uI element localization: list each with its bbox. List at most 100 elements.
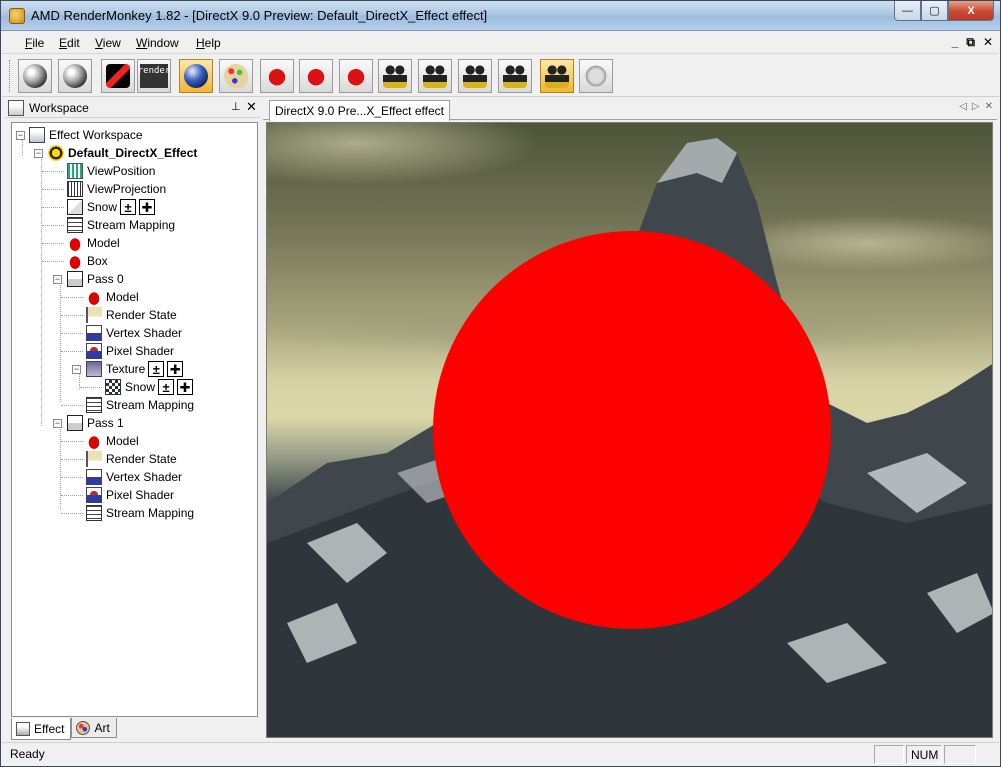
toolbar-button-3[interactable] bbox=[101, 59, 135, 93]
pixel-shader-icon bbox=[86, 487, 102, 503]
tree-node-effect-workspace[interactable]: Effect Workspace bbox=[29, 126, 143, 144]
workspace-close-icon[interactable]: ✕ bbox=[246, 99, 257, 115]
close-button[interactable]: X bbox=[948, 1, 994, 21]
tree-node-pass0-model[interactable]: Model bbox=[86, 288, 139, 306]
texture-object-icon bbox=[86, 361, 102, 377]
grid-icon bbox=[67, 181, 83, 197]
pass-icon bbox=[67, 271, 83, 287]
toolbar-button-5[interactable] bbox=[179, 59, 213, 93]
tree-node-viewposition[interactable]: ViewPosition bbox=[67, 162, 155, 180]
toolbar-button-14[interactable] bbox=[540, 59, 574, 93]
expander-texture[interactable]: − bbox=[72, 365, 81, 374]
tree-node-pass0-render-state[interactable]: Render State bbox=[86, 306, 177, 324]
stream-mapping-icon bbox=[86, 397, 102, 413]
menu-edit[interactable]: Edit bbox=[59, 36, 80, 50]
status-pane-num: NUM bbox=[906, 745, 942, 764]
toolbar-button-15[interactable] bbox=[579, 59, 613, 93]
tree-node-pass1-vertex-shader[interactable]: Vertex Shader bbox=[86, 468, 182, 486]
expander-effect[interactable]: − bbox=[34, 149, 43, 158]
tree-node-pass1-model[interactable]: Model bbox=[86, 432, 139, 450]
minimize-icon: — bbox=[902, 4, 913, 17]
minimize-button[interactable]: — bbox=[894, 1, 921, 21]
matrix-icon bbox=[67, 163, 83, 179]
status-pane-caps bbox=[874, 745, 904, 764]
blue-sphere-icon bbox=[184, 64, 208, 88]
tree-node-snow[interactable]: Snow ± ✚ bbox=[67, 198, 156, 216]
tree-node-pass0-stream-mapping[interactable]: Stream Mapping bbox=[86, 396, 194, 414]
title-bar[interactable]: AMD RenderMonkey 1.82 - [DirectX 9.0 Pre… bbox=[1, 1, 1000, 31]
mdi-minimize-button[interactable]: _ bbox=[952, 35, 959, 50]
pixel-shader-icon bbox=[86, 343, 102, 359]
tab-scroll-right-icon[interactable]: ▷ bbox=[972, 101, 980, 112]
variable-link-icon: ± bbox=[158, 379, 175, 395]
camera-icon bbox=[545, 64, 569, 88]
preview-document: DirectX 9.0 Pre...X_Effect effect ◁ ▷ ✕ bbox=[263, 98, 997, 741]
camera-icon bbox=[383, 64, 407, 88]
rendermonkey-app-icon[interactable] bbox=[9, 8, 25, 24]
window-title: AMD RenderMonkey 1.82 - [DirectX 9.0 Pre… bbox=[31, 8, 488, 23]
menu-window[interactable]: Window bbox=[136, 36, 179, 50]
tab-close-icon[interactable]: ✕ bbox=[985, 101, 993, 112]
camera-icon bbox=[423, 64, 447, 88]
tree-node-stream-mapping[interactable]: Stream Mapping bbox=[67, 216, 175, 234]
toolbar-button-9[interactable] bbox=[339, 59, 373, 93]
menu-file[interactable]: File bbox=[25, 36, 44, 50]
mdi-close-button[interactable]: ✕ bbox=[983, 35, 993, 50]
toolbar-button-1[interactable] bbox=[18, 59, 52, 93]
tab-scroll-left-icon[interactable]: ◁ bbox=[959, 101, 967, 112]
model-icon bbox=[67, 253, 83, 269]
toolbar-button-6[interactable] bbox=[219, 59, 253, 93]
menu-bar: File Edit View Window Help _ ⧉ ✕ bbox=[2, 32, 999, 54]
toolbar-button-11[interactable] bbox=[418, 59, 452, 93]
tab-directx-preview[interactable]: DirectX 9.0 Pre...X_Effect effect bbox=[269, 100, 450, 121]
tree-node-effect[interactable]: Default_DirectX_Effect bbox=[48, 144, 197, 162]
tree-node-pass0-texture[interactable]: Texture ± ✚ bbox=[86, 360, 184, 378]
pencil-icon bbox=[106, 64, 130, 88]
art-tab-icon bbox=[76, 720, 91, 735]
pin-icon[interactable]: ⊥ bbox=[231, 100, 241, 113]
tree-node-pass1-render-state[interactable]: Render State bbox=[86, 450, 177, 468]
red-sphere-model bbox=[433, 231, 831, 629]
pass-icon bbox=[67, 415, 83, 431]
tree-node-pass0-pixel-shader[interactable]: Pixel Shader bbox=[86, 342, 174, 360]
toolbar-grip[interactable] bbox=[9, 60, 12, 92]
variable-add-icon: ✚ bbox=[177, 379, 194, 395]
model-icon bbox=[86, 433, 102, 449]
checker-texture-icon bbox=[105, 379, 121, 395]
render-viewport[interactable] bbox=[266, 122, 993, 738]
expander-root[interactable]: − bbox=[16, 131, 25, 140]
apple-doc-icon bbox=[344, 64, 368, 88]
tree-node-viewprojection[interactable]: ViewProjection bbox=[67, 180, 166, 198]
tree-node-pass-0[interactable]: Pass 0 bbox=[67, 270, 124, 288]
tab-effect[interactable]: Effect bbox=[11, 718, 72, 740]
mdi-restore-button[interactable]: ⧉ bbox=[966, 35, 975, 50]
model-icon bbox=[86, 289, 102, 305]
toolbar-button-2[interactable] bbox=[58, 59, 92, 93]
tree-node-model[interactable]: Model bbox=[67, 234, 120, 252]
workspace-icon bbox=[29, 127, 45, 143]
expander-pass-0[interactable]: − bbox=[53, 275, 62, 284]
toolbar-button-10[interactable] bbox=[378, 59, 412, 93]
tree-node-texture-snow[interactable]: Snow ± ✚ bbox=[105, 378, 194, 396]
tree-node-pass-1[interactable]: Pass 1 bbox=[67, 414, 124, 432]
menu-view[interactable]: View bbox=[95, 36, 121, 50]
tree-node-pass1-stream-mapping[interactable]: Stream Mapping bbox=[86, 504, 194, 522]
toolbar-button-8[interactable] bbox=[299, 59, 333, 93]
toolbar-button-12[interactable] bbox=[458, 59, 492, 93]
toolbar-button-13[interactable] bbox=[498, 59, 532, 93]
menu-help[interactable]: Help bbox=[196, 36, 221, 50]
tab-art[interactable]: Art bbox=[71, 718, 117, 738]
toolbar-button-7[interactable] bbox=[260, 59, 294, 93]
render-icon: render bbox=[138, 64, 170, 88]
tree-node-pass1-pixel-shader[interactable]: Pixel Shader bbox=[86, 486, 174, 504]
toolbar-button-render[interactable]: render bbox=[137, 59, 171, 93]
status-pane-scroll bbox=[944, 745, 976, 764]
expander-pass-1[interactable]: − bbox=[53, 419, 62, 428]
status-bar: Ready NUM bbox=[2, 742, 999, 766]
workspace-icon bbox=[8, 100, 24, 116]
tree-node-pass0-vertex-shader[interactable]: Vertex Shader bbox=[86, 324, 182, 342]
stream-mapping-icon bbox=[86, 505, 102, 521]
maximize-button[interactable]: ▢ bbox=[921, 1, 948, 21]
document-tab-strip: DirectX 9.0 Pre...X_Effect effect ◁ ▷ ✕ bbox=[263, 98, 997, 121]
tree-node-box[interactable]: Box bbox=[67, 252, 108, 270]
